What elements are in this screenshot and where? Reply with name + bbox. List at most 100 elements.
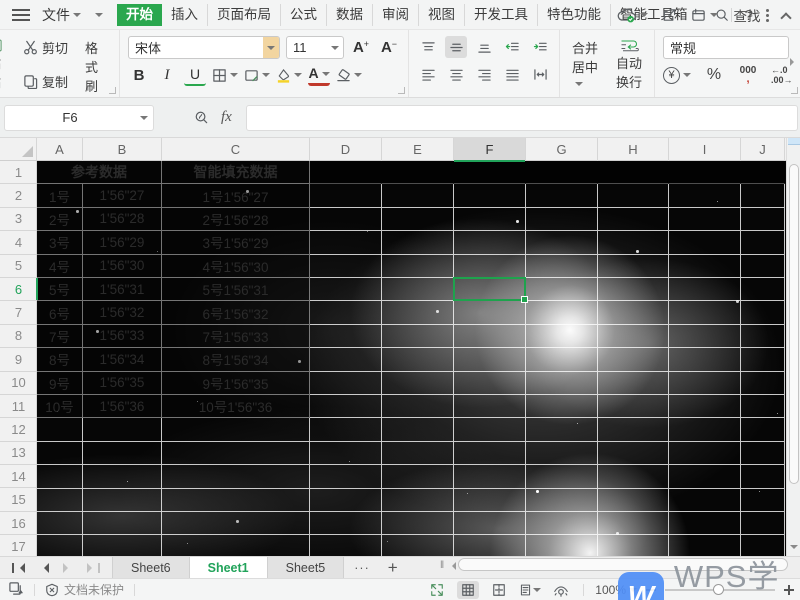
- cell[interactable]: [454, 208, 526, 231]
- row-header-12[interactable]: 12: [0, 418, 37, 441]
- merge-center-button[interactable]: 合并居中: [568, 36, 602, 93]
- align-top-button[interactable]: [417, 36, 439, 58]
- row-header-4[interactable]: 4: [0, 231, 37, 254]
- hamburger-menu-icon[interactable]: [12, 9, 30, 21]
- cell[interactable]: 4号1'56"30: [162, 255, 310, 278]
- cell[interactable]: 7号1'56"33: [162, 325, 310, 348]
- cell[interactable]: [741, 418, 785, 441]
- cell[interactable]: [526, 301, 598, 324]
- cell[interactable]: [37, 418, 83, 441]
- cell[interactable]: [598, 465, 669, 488]
- justify-button[interactable]: [501, 63, 523, 85]
- row-header-10[interactable]: 10: [0, 372, 37, 395]
- ribbon-tab-9[interactable]: 特色功能: [538, 4, 611, 26]
- grow-font-button[interactable]: A+: [350, 37, 372, 59]
- cell[interactable]: [382, 535, 454, 556]
- cell[interactable]: 1'56"32: [83, 301, 162, 324]
- cell[interactable]: [741, 512, 785, 535]
- row-header-9[interactable]: 9: [0, 348, 37, 371]
- pagelayout-view-button[interactable]: [519, 581, 541, 599]
- cell[interactable]: [454, 418, 526, 441]
- cell[interactable]: [382, 348, 454, 371]
- cell[interactable]: [382, 442, 454, 465]
- cell[interactable]: [382, 208, 454, 231]
- cell[interactable]: [162, 512, 310, 535]
- cell[interactable]: [526, 161, 598, 184]
- column-header-F[interactable]: F: [454, 138, 526, 161]
- cell[interactable]: [741, 231, 785, 254]
- row-header-13[interactable]: 13: [0, 442, 37, 465]
- row-header-14[interactable]: 14: [0, 465, 37, 488]
- cell[interactable]: [526, 348, 598, 371]
- vertical-scrollbar-thumb[interactable]: [789, 164, 799, 484]
- cell[interactable]: [310, 512, 382, 535]
- cell[interactable]: [526, 395, 598, 418]
- cell[interactable]: [382, 255, 454, 278]
- formula-input[interactable]: [246, 105, 798, 131]
- font-name-combobox[interactable]: 宋体: [128, 36, 280, 59]
- cell[interactable]: [741, 301, 785, 324]
- ribbon-tab-8[interactable]: 开发工具: [465, 4, 538, 26]
- align-center-button[interactable]: [445, 63, 467, 85]
- ribbon-tab-5[interactable]: 数据: [327, 4, 373, 26]
- cell[interactable]: [310, 395, 382, 418]
- cell[interactable]: [598, 255, 669, 278]
- sheet-list-button[interactable]: ···: [344, 557, 380, 578]
- cell[interactable]: [741, 255, 785, 278]
- cell[interactable]: 2号1'56"28: [162, 208, 310, 231]
- cell[interactable]: [598, 161, 669, 184]
- cell[interactable]: [382, 301, 454, 324]
- cell[interactable]: [83, 418, 162, 441]
- cell[interactable]: [741, 465, 785, 488]
- cell[interactable]: 6号: [37, 301, 83, 324]
- eraser-button[interactable]: [336, 64, 362, 86]
- cell[interactable]: 8号: [37, 348, 83, 371]
- cell[interactable]: [382, 418, 454, 441]
- cell[interactable]: [83, 465, 162, 488]
- cell[interactable]: [669, 278, 741, 301]
- cell[interactable]: [37, 465, 83, 488]
- cell[interactable]: [741, 208, 785, 231]
- cell[interactable]: [669, 348, 741, 371]
- sheet-tab-Sheet5[interactable]: Sheet5: [268, 557, 345, 578]
- decrease-indent-button[interactable]: [501, 36, 523, 58]
- cell[interactable]: [741, 325, 785, 348]
- cell[interactable]: [598, 278, 669, 301]
- new-window-button[interactable]: [690, 8, 718, 23]
- cell[interactable]: 5号: [37, 278, 83, 301]
- cell-a1-merged-header[interactable]: 参考数据: [37, 161, 162, 184]
- sheet-tab-Sheet1[interactable]: Sheet1: [190, 557, 268, 578]
- font-color-button[interactable]: A: [308, 64, 330, 86]
- cell[interactable]: 1'56"34: [83, 348, 162, 371]
- file-menu-button[interactable]: 文件: [38, 5, 85, 25]
- cell[interactable]: [382, 278, 454, 301]
- cell[interactable]: 10号: [37, 395, 83, 418]
- cell[interactable]: [382, 512, 454, 535]
- row-header-2[interactable]: 2: [0, 184, 37, 207]
- row-header-8[interactable]: 8: [0, 325, 37, 348]
- fullscreen-button[interactable]: [426, 581, 448, 599]
- cell[interactable]: [526, 184, 598, 207]
- underline-button[interactable]: U: [184, 64, 206, 86]
- cell[interactable]: [454, 348, 526, 371]
- column-header-C[interactable]: C: [162, 138, 310, 161]
- cell[interactable]: [741, 489, 785, 512]
- name-box-dropdown[interactable]: [135, 114, 153, 122]
- cell[interactable]: [454, 442, 526, 465]
- cell[interactable]: [310, 325, 382, 348]
- column-header-G[interactable]: G: [526, 138, 598, 161]
- cell[interactable]: [454, 184, 526, 207]
- ribbon-tab-1[interactable]: 开始: [117, 4, 162, 26]
- cell[interactable]: 6号1'56"32: [162, 301, 310, 324]
- cut-button[interactable]: 剪切: [20, 36, 71, 59]
- cell[interactable]: 1'56"33: [83, 325, 162, 348]
- cell[interactable]: [83, 489, 162, 512]
- cell[interactable]: [598, 301, 669, 324]
- row-header-1[interactable]: 1: [0, 161, 37, 184]
- pagebreak-view-button[interactable]: [488, 581, 510, 599]
- cell[interactable]: [741, 348, 785, 371]
- bold-button[interactable]: B: [128, 64, 150, 86]
- cell[interactable]: [669, 442, 741, 465]
- cell[interactable]: [382, 395, 454, 418]
- cell[interactable]: [310, 442, 382, 465]
